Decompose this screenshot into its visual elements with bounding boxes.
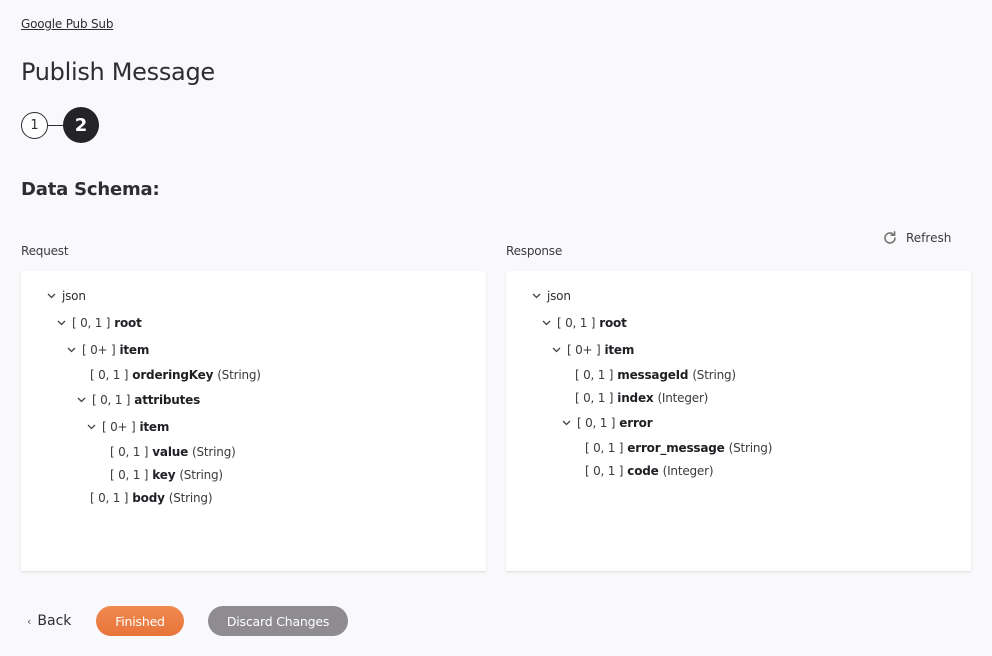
- node-type: (String): [168, 491, 213, 505]
- node-cardinality: [ 0, 1 ]: [585, 441, 624, 455]
- page-title: Publish Message: [21, 58, 215, 86]
- schema-node-json[interactable]: json: [46, 289, 86, 303]
- node-name: item: [604, 343, 635, 357]
- node-type: (String): [192, 445, 236, 459]
- node-cardinality: [ 0+ ]: [82, 343, 116, 357]
- schema-node-root[interactable]: [ 0, 1 ] root: [541, 316, 631, 330]
- schema-node-item[interactable]: [ 0+ ] item: [86, 420, 173, 434]
- node-name: value: [152, 445, 189, 459]
- node-cardinality: [ 0, 1 ]: [577, 416, 616, 430]
- request-label: Request: [21, 244, 69, 258]
- chevron-down-icon[interactable]: [561, 418, 571, 428]
- schema-node-messageid: [ 0, 1 ] messageId (String): [575, 368, 736, 382]
- chevron-left-icon: ‹: [27, 614, 32, 628]
- schema-node-body: [ 0, 1 ] body (String): [90, 491, 213, 505]
- node-type: (Integer): [657, 391, 709, 405]
- schema-node-key: [ 0, 1 ] key (String): [110, 468, 223, 482]
- schema-node-item[interactable]: [ 0+ ] item: [66, 343, 153, 357]
- chevron-down-icon[interactable]: [76, 395, 86, 405]
- discard-changes-button[interactable]: Discard Changes: [208, 606, 348, 636]
- schema-node-error-message: [ 0, 1 ] error_message (String): [585, 441, 772, 455]
- chevron-down-icon[interactable]: [531, 291, 541, 301]
- step-2-active[interactable]: 2: [63, 107, 99, 143]
- response-label: Response: [506, 244, 563, 258]
- node-cardinality: [ 0, 1 ]: [110, 445, 149, 459]
- schema-node-index: [ 0, 1 ] index (Integer): [575, 391, 708, 405]
- schema-node-root[interactable]: [ 0, 1 ] root: [56, 316, 146, 330]
- node-name: key: [152, 468, 176, 482]
- node-name: root: [114, 316, 142, 330]
- node-type: (String): [728, 441, 773, 455]
- finished-button[interactable]: Finished: [96, 606, 184, 636]
- refresh-icon: [882, 226, 898, 249]
- node-type: (String): [217, 368, 261, 382]
- node-name: messageId: [617, 368, 689, 382]
- node-name: json: [547, 289, 571, 303]
- schema-node-json[interactable]: json: [531, 289, 571, 303]
- node-cardinality: [ 0, 1 ]: [575, 368, 614, 382]
- response-schema-panel: json[ 0, 1 ] root[ 0+ ] item[ 0, 1 ] messag…: [506, 271, 971, 571]
- node-type: (Integer): [662, 464, 714, 478]
- node-name: index: [617, 391, 654, 405]
- chevron-down-icon[interactable]: [541, 318, 551, 328]
- node-type: (String): [179, 468, 223, 482]
- step-1[interactable]: 1: [21, 111, 48, 139]
- node-name: item: [139, 420, 170, 434]
- node-name: item: [119, 343, 150, 357]
- back-button[interactable]: ‹ Back: [27, 613, 71, 629]
- node-cardinality: [ 0, 1 ]: [585, 464, 624, 478]
- node-cardinality: [ 0, 1 ]: [110, 468, 149, 482]
- chevron-down-icon[interactable]: [46, 291, 56, 301]
- chevron-down-icon[interactable]: [86, 422, 96, 432]
- node-name: error: [619, 416, 653, 430]
- node-name: json: [62, 289, 86, 303]
- node-cardinality: [ 0, 1 ]: [575, 391, 614, 405]
- request-schema-panel: json[ 0, 1 ] root[ 0+ ] item[ 0, 1 ] orderi…: [21, 271, 486, 571]
- back-label: Back: [37, 613, 72, 629]
- node-cardinality: [ 0, 1 ]: [92, 393, 131, 407]
- schema-node-item[interactable]: [ 0+ ] item: [551, 343, 638, 357]
- node-name: attributes: [134, 393, 201, 407]
- node-name: error_message: [627, 441, 725, 455]
- footer-actions: ‹ Back Finished Discard Changes: [0, 606, 992, 636]
- schema-node-attributes[interactable]: [ 0, 1 ] attributes: [76, 393, 204, 407]
- schema-node-orderingkey: [ 0, 1 ] orderingKey (String): [90, 368, 261, 382]
- schema-node-code: [ 0, 1 ] code (Integer): [585, 464, 714, 478]
- node-type: (String): [692, 368, 736, 382]
- chevron-down-icon[interactable]: [56, 318, 66, 328]
- node-cardinality: [ 0+ ]: [102, 420, 136, 434]
- step-connector: [48, 124, 63, 126]
- refresh-label: Refresh: [906, 230, 952, 245]
- node-name: body: [132, 491, 165, 505]
- chevron-down-icon[interactable]: [551, 345, 561, 355]
- section-title: Data Schema:: [21, 179, 160, 200]
- schema-node-value: [ 0, 1 ] value (String): [110, 445, 236, 459]
- node-cardinality: [ 0, 1 ]: [90, 491, 129, 505]
- chevron-down-icon[interactable]: [66, 345, 76, 355]
- node-cardinality: [ 0, 1 ]: [72, 316, 111, 330]
- node-cardinality: [ 0, 1 ]: [557, 316, 596, 330]
- breadcrumb-link[interactable]: Google Pub Sub: [21, 17, 113, 31]
- node-cardinality: [ 0+ ]: [567, 343, 601, 357]
- node-cardinality: [ 0, 1 ]: [90, 368, 129, 382]
- stepper: 1 2: [21, 107, 99, 143]
- node-name: code: [627, 464, 659, 478]
- node-name: root: [599, 316, 627, 330]
- schema-node-error[interactable]: [ 0, 1 ] error: [561, 416, 656, 430]
- node-name: orderingKey: [132, 368, 214, 382]
- refresh-button[interactable]: Refresh: [882, 226, 951, 249]
